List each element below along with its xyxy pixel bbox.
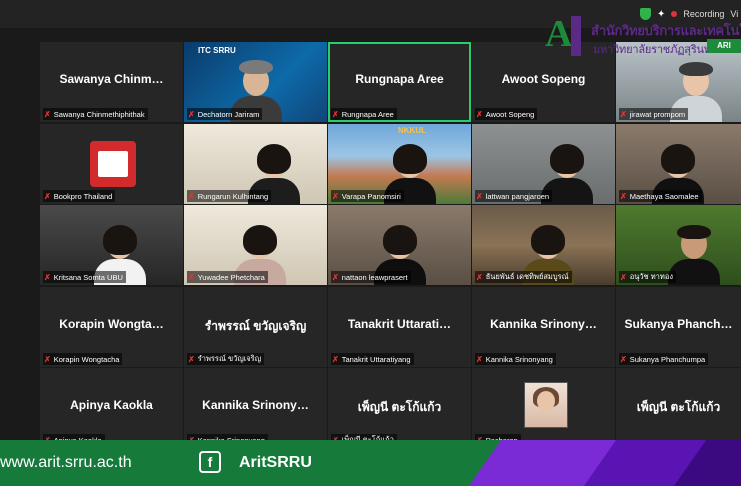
participant-video-tile[interactable]: NKKUL ✗ Varapa Panomsiri bbox=[328, 124, 471, 204]
participant-label: ✗ Awoot Sopeng bbox=[475, 108, 538, 120]
participant-video-tile[interactable]: ✗ lattwan pangjaroen bbox=[472, 124, 615, 204]
participant-display-name: Sawanya Chinm… bbox=[59, 72, 164, 86]
participant-display-name: เพ็ญนี ตะโก้แก้ว bbox=[357, 400, 442, 414]
mic-muted-icon: ✗ bbox=[332, 191, 339, 201]
mic-muted-icon: ✗ bbox=[188, 191, 195, 201]
video-overlay-text: NKKUL bbox=[398, 126, 426, 135]
logo-line-1: สำนักวิทยบริการและเทคโนโลย bbox=[591, 23, 741, 38]
participant-label: ✗ รำพรรณ์ ขวัญเจริญ bbox=[187, 353, 265, 365]
arit-logo-mark: A bbox=[541, 10, 587, 56]
participant-tile[interactable]: Kannika Srinony… ✗Kannika Srinonyang bbox=[184, 368, 327, 448]
mic-muted-icon: ✗ bbox=[332, 272, 339, 282]
participant-tile[interactable]: Apinya Kaokla ✗Apinya Kaokla bbox=[40, 368, 183, 448]
participant-label: ✗ Kritsana Somta UBU bbox=[43, 271, 126, 283]
participant-label: ✗ อนุวัช ทาทอง bbox=[619, 271, 676, 283]
website-url: www.arit.srru.ac.th bbox=[0, 454, 132, 471]
mic-muted-icon: ✗ bbox=[188, 109, 195, 119]
participant-label: ✗ Dechatorn Jariram bbox=[187, 108, 263, 120]
participant-tile[interactable]: Korapin Wongta… ✗ Korapin Wongtacha bbox=[40, 287, 183, 367]
participant-label: ✗ jirawat prompom bbox=[619, 108, 689, 120]
participant-video-tile[interactable]: ✗ Yuwadee Phetchara bbox=[184, 205, 327, 285]
participant-label: ✗ Rungnapa Aree bbox=[331, 108, 397, 120]
participant-tile[interactable]: Sawanya Chinm… ✗ Sawanya Chinmethiphithak bbox=[40, 42, 183, 122]
facebook-icon: f bbox=[199, 451, 221, 473]
participant-avatar-photo bbox=[524, 382, 568, 428]
participant-label: ✗ nattaon leawprasert bbox=[331, 271, 411, 283]
participant-label: ✗ Sukanya Phanchumpa bbox=[619, 353, 709, 365]
participant-tile[interactable]: เพ็ญนี ตะโก้แก้ว bbox=[616, 368, 741, 448]
participant-label: ✗ Bookpro Thailand bbox=[43, 190, 116, 202]
mic-muted-icon: ✗ bbox=[620, 272, 627, 282]
mic-muted-icon: ✗ bbox=[620, 109, 627, 119]
mic-muted-icon: ✗ bbox=[188, 272, 195, 282]
participant-label: ✗ Sawanya Chinmethiphithak bbox=[43, 108, 148, 120]
participant-video-tile[interactable]: ✗ ธันยพันธ์ เดชทิพย์สมบูรณ์ bbox=[472, 205, 615, 285]
participant-label: ✗Kannika Srinonyang bbox=[475, 353, 556, 365]
participant-video-tile[interactable]: ✗ อนุวัช ทาทอง bbox=[616, 205, 741, 285]
participant-video-tile[interactable]: ✗ Maethaya Saomalee bbox=[616, 124, 741, 204]
participant-label: ✗ Rungarun Kulhintang bbox=[187, 190, 272, 202]
participant-display-name: Korapin Wongta… bbox=[59, 317, 164, 331]
participant-tile[interactable]: รำพรรณ์ ขวัญเจริญ ✗ รำพรรณ์ ขวัญเจริญ bbox=[184, 287, 327, 367]
footer-banner: www.arit.srru.ac.th f AritSRRU bbox=[0, 440, 741, 486]
mic-muted-icon: ✗ bbox=[476, 191, 483, 201]
participant-tile[interactable]: Sukanya Phanch… ✗ Sukanya Phanchumpa bbox=[616, 287, 741, 367]
participant-label: ✗ Korapin Wongtacha bbox=[43, 353, 123, 365]
logo-badge: ARI bbox=[707, 39, 741, 53]
mic-muted-icon: ✗ bbox=[44, 109, 51, 119]
video-meeting-window: ✦ Recording Vi Sawanya Chinm… ✗ Sawanya C… bbox=[0, 0, 741, 486]
mic-muted-icon: ✗ bbox=[476, 272, 483, 282]
participant-display-name: Rungnapa Aree bbox=[355, 72, 444, 86]
participant-tile[interactable]: ✗ Bookpro Thailand bbox=[40, 124, 183, 204]
mic-muted-icon: ✗ bbox=[188, 354, 195, 364]
mic-muted-icon: ✗ bbox=[44, 354, 51, 364]
participant-video-tile[interactable]: ITC SRRU ✗ Dechatorn Jariram bbox=[184, 42, 327, 122]
participant-video-tile[interactable]: ✗ Rungarun Kulhintang bbox=[184, 124, 327, 204]
participant-label: ✗ Yuwadee Phetchara bbox=[187, 271, 268, 283]
participant-tile[interactable]: Tanakrit Uttarati… ✗ Tanakrit Uttaratiyan… bbox=[328, 287, 471, 367]
participant-tile-active-speaker[interactable]: Rungnapa Aree ✗ Rungnapa Aree bbox=[328, 42, 471, 122]
mic-muted-icon: ✗ bbox=[44, 191, 51, 201]
participant-display-name: Kannika Srinony… bbox=[202, 398, 309, 412]
participant-label: ✗ Maethaya Saomalee bbox=[619, 190, 702, 202]
mic-muted-icon: ✗ bbox=[332, 109, 339, 119]
participant-display-name: รำพรรณ์ ขวัญเจริญ bbox=[204, 319, 307, 333]
mic-muted-icon: ✗ bbox=[620, 191, 627, 201]
video-overlay-text: ITC SRRU bbox=[198, 46, 236, 55]
participant-display-name: Apinya Kaokla bbox=[70, 398, 153, 412]
facebook-handle: AritSRRU bbox=[239, 454, 312, 471]
organization-logo: A สำนักวิทยบริการและเทคโนโลย มหาวิทยาลัย… bbox=[541, 8, 741, 60]
participant-display-name: Awoot Sopeng bbox=[501, 72, 586, 86]
participant-display-name: Tanakrit Uttarati… bbox=[347, 317, 452, 331]
participant-video-tile[interactable]: ✗ nattaon leawprasert bbox=[328, 205, 471, 285]
participant-label: ✗ Tanakrit Uttaratiyang bbox=[331, 353, 414, 365]
participant-label: ✗ Varapa Panomsiri bbox=[331, 190, 404, 202]
logo-line-2: มหาวิทยาลัยราชภัฏสุรินทร์ bbox=[593, 44, 717, 56]
mic-muted-icon: ✗ bbox=[44, 272, 51, 282]
mic-muted-icon: ✗ bbox=[476, 109, 483, 119]
participant-tile[interactable]: เพ็ญนี ตะโก้แก้ว ✗เพ็ญนี ตะโก้แก้ว bbox=[328, 368, 471, 448]
participant-tile[interactable]: ✗Pacharap bbox=[472, 368, 615, 448]
mic-muted-icon: ✗ bbox=[332, 354, 339, 364]
mic-muted-icon: ✗ bbox=[620, 354, 627, 364]
participant-label: ✗ lattwan pangjaroen bbox=[475, 190, 553, 202]
participant-tile[interactable]: Kannika Srinony… ✗Kannika Srinonyang bbox=[472, 287, 615, 367]
participant-display-name: Sukanya Phanch… bbox=[624, 317, 733, 331]
participant-display-name: เพ็ญนี ตะโก้แก้ว bbox=[636, 400, 721, 414]
book-avatar-icon bbox=[90, 141, 136, 187]
participant-video-tile[interactable]: ✗ Kritsana Somta UBU bbox=[40, 205, 183, 285]
mic-muted-icon: ✗ bbox=[476, 354, 483, 364]
participant-label: ✗ ธันยพันธ์ เดชทิพย์สมบูรณ์ bbox=[475, 271, 572, 283]
participant-display-name: Kannika Srinony… bbox=[490, 317, 597, 331]
